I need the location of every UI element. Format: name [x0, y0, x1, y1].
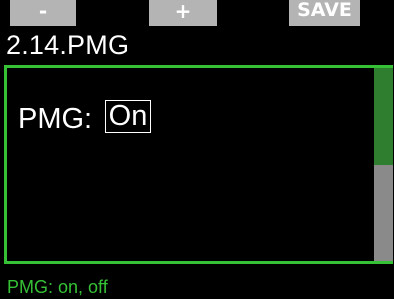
- scrollbar-thumb[interactable]: [374, 68, 393, 165]
- minus-softkey[interactable]: -: [10, 0, 76, 26]
- pmg-value-field[interactable]: On: [105, 100, 151, 133]
- page-title: 2.14.PMG: [6, 30, 130, 60]
- scrollbar[interactable]: [374, 68, 393, 261]
- status-help-text: PMG: on, off: [7, 277, 108, 297]
- plus-softkey[interactable]: +: [149, 0, 217, 26]
- pmg-label: PMG:: [18, 103, 93, 135]
- settings-panel: PMG: On: [4, 65, 393, 264]
- save-softkey[interactable]: SAVE: [289, 0, 360, 26]
